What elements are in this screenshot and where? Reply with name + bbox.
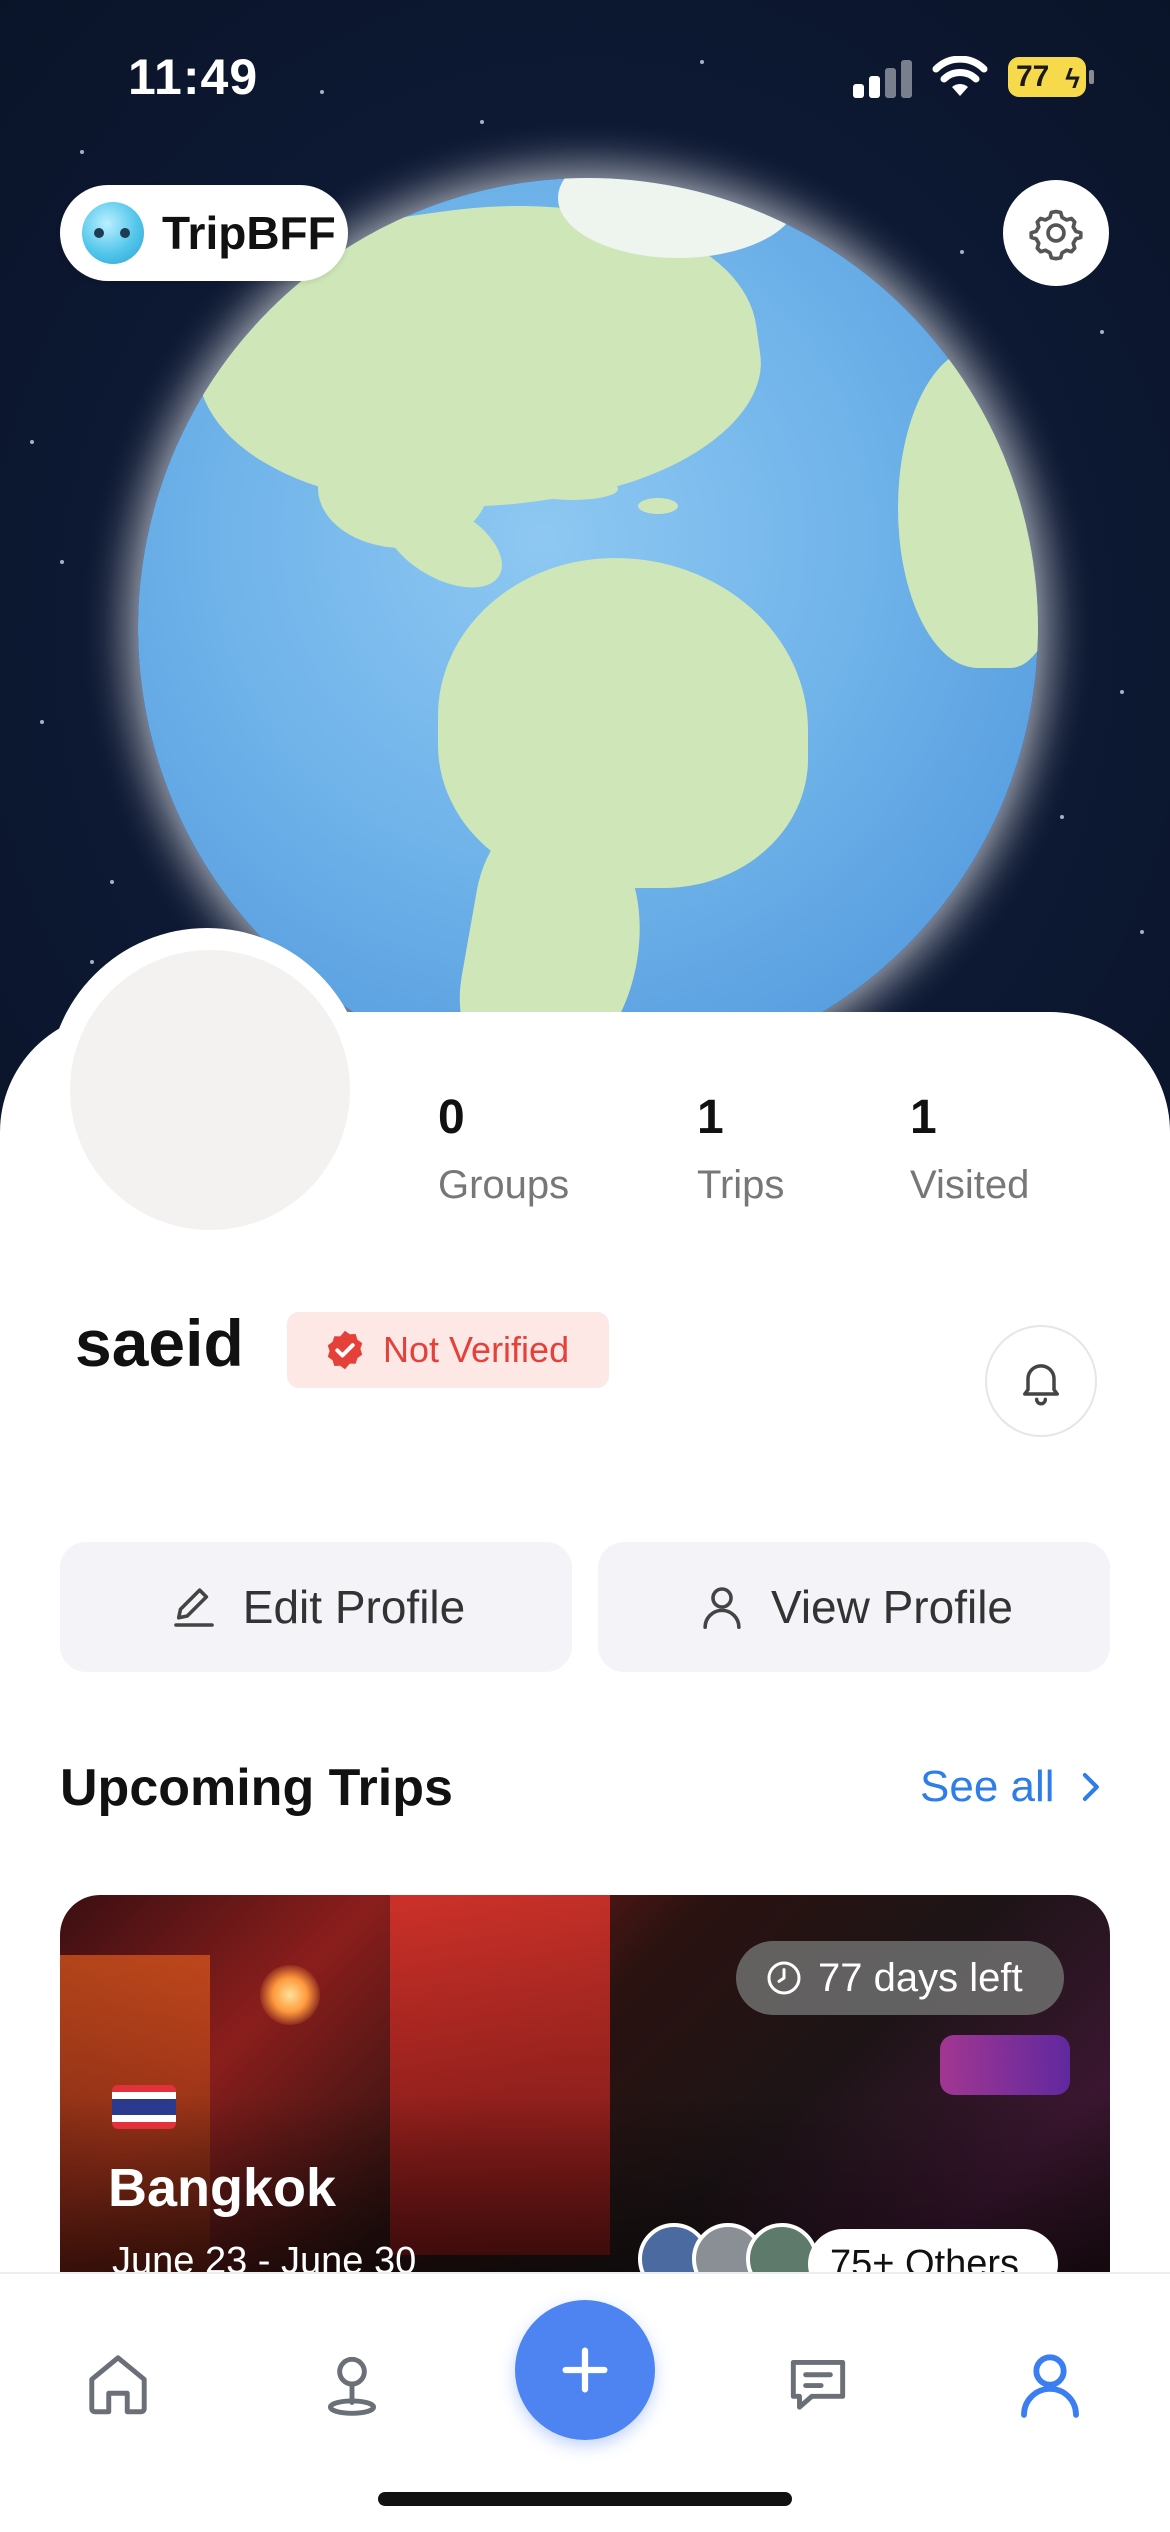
upcoming-trips-title: Upcoming Trips <box>60 1759 453 1817</box>
wifi-icon <box>932 56 988 96</box>
tripbff-logo-icon <box>82 202 144 264</box>
username: saeid <box>75 1306 244 1380</box>
home-icon <box>89 2355 147 2415</box>
verification-status: Not Verified <box>383 1329 570 1370</box>
trip-city: Bangkok <box>108 2158 337 2218</box>
edit-profile-label: Edit Profile <box>242 1581 466 1633</box>
tab-explore[interactable] <box>302 2334 402 2434</box>
tab-home[interactable] <box>68 2334 168 2434</box>
star <box>1140 930 1144 934</box>
thailand-flag-icon <box>112 2085 176 2129</box>
brand-name: TripBFF <box>162 207 336 259</box>
star <box>960 250 964 254</box>
star <box>60 560 64 564</box>
stat-value: 0 <box>438 1091 465 1144</box>
days-left-text: 77 days left <box>818 1955 1023 2000</box>
status-bar: 11:49 77 ϟ <box>0 0 1170 150</box>
star <box>1100 330 1104 334</box>
trip-card[interactable]: 77 days left Bangkok June 23 - June 30 7… <box>60 1895 1110 2295</box>
avatar[interactable] <box>70 950 350 1230</box>
chevron-right-icon <box>1082 1773 1099 1801</box>
star <box>1120 690 1124 694</box>
stat-label: Groups <box>438 1163 570 1207</box>
days-left-badge: 77 days left <box>736 1941 1064 2015</box>
star <box>90 960 94 964</box>
settings-button[interactable] <box>1003 180 1109 286</box>
pencil-icon <box>173 1588 214 1627</box>
verification-badge[interactable]: Not Verified <box>287 1312 609 1388</box>
stat-value: 1 <box>910 1091 937 1144</box>
edit-profile-button[interactable]: Edit Profile <box>60 1542 572 1672</box>
home-indicator[interactable] <box>378 2492 792 2506</box>
tab-profile[interactable] <box>1000 2334 1100 2434</box>
brand-pill[interactable]: TripBFF <box>60 185 348 281</box>
star <box>1060 815 1064 819</box>
profile-icon <box>1021 2354 1079 2418</box>
stat-value: 1 <box>697 1091 724 1144</box>
stat-visited[interactable]: 1 Visited <box>910 1090 1029 1208</box>
see-all-link[interactable]: See all <box>920 1762 1103 1812</box>
chat-icon <box>790 2359 846 2410</box>
status-time: 11:49 <box>128 49 259 105</box>
background-lamp <box>260 1965 320 2025</box>
stat-trips[interactable]: 1 Trips <box>697 1090 784 1208</box>
clock-icon <box>767 1961 801 1995</box>
bell-icon <box>1023 1364 1059 1406</box>
star <box>40 720 44 724</box>
tab-chat[interactable] <box>768 2334 868 2434</box>
add-trip-button[interactable] <box>515 2300 655 2440</box>
view-profile-button[interactable]: View Profile <box>598 1542 1110 1672</box>
verified-badge-icon <box>327 1330 363 1370</box>
star <box>80 150 84 154</box>
gear-icon <box>1029 209 1083 261</box>
star <box>30 440 34 444</box>
notifications-button[interactable] <box>985 1325 1097 1437</box>
view-profile-label: View Profile <box>770 1581 1014 1633</box>
charging-icon: ϟ <box>1065 63 1080 94</box>
battery-level: 77 <box>1016 60 1050 93</box>
stat-groups[interactable]: 0 Groups <box>438 1090 569 1208</box>
plus-icon <box>562 2347 608 2393</box>
map-pin-icon <box>327 2356 377 2416</box>
stat-label: Trips <box>697 1163 785 1207</box>
signal-icon <box>853 58 915 98</box>
stat-label: Visited <box>910 1163 1030 1207</box>
see-all-label: See all <box>920 1762 1055 1811</box>
background-neon <box>940 2035 1070 2095</box>
person-icon <box>703 1587 741 1630</box>
battery-indicator: 77 ϟ <box>1008 57 1094 97</box>
star <box>110 880 114 884</box>
